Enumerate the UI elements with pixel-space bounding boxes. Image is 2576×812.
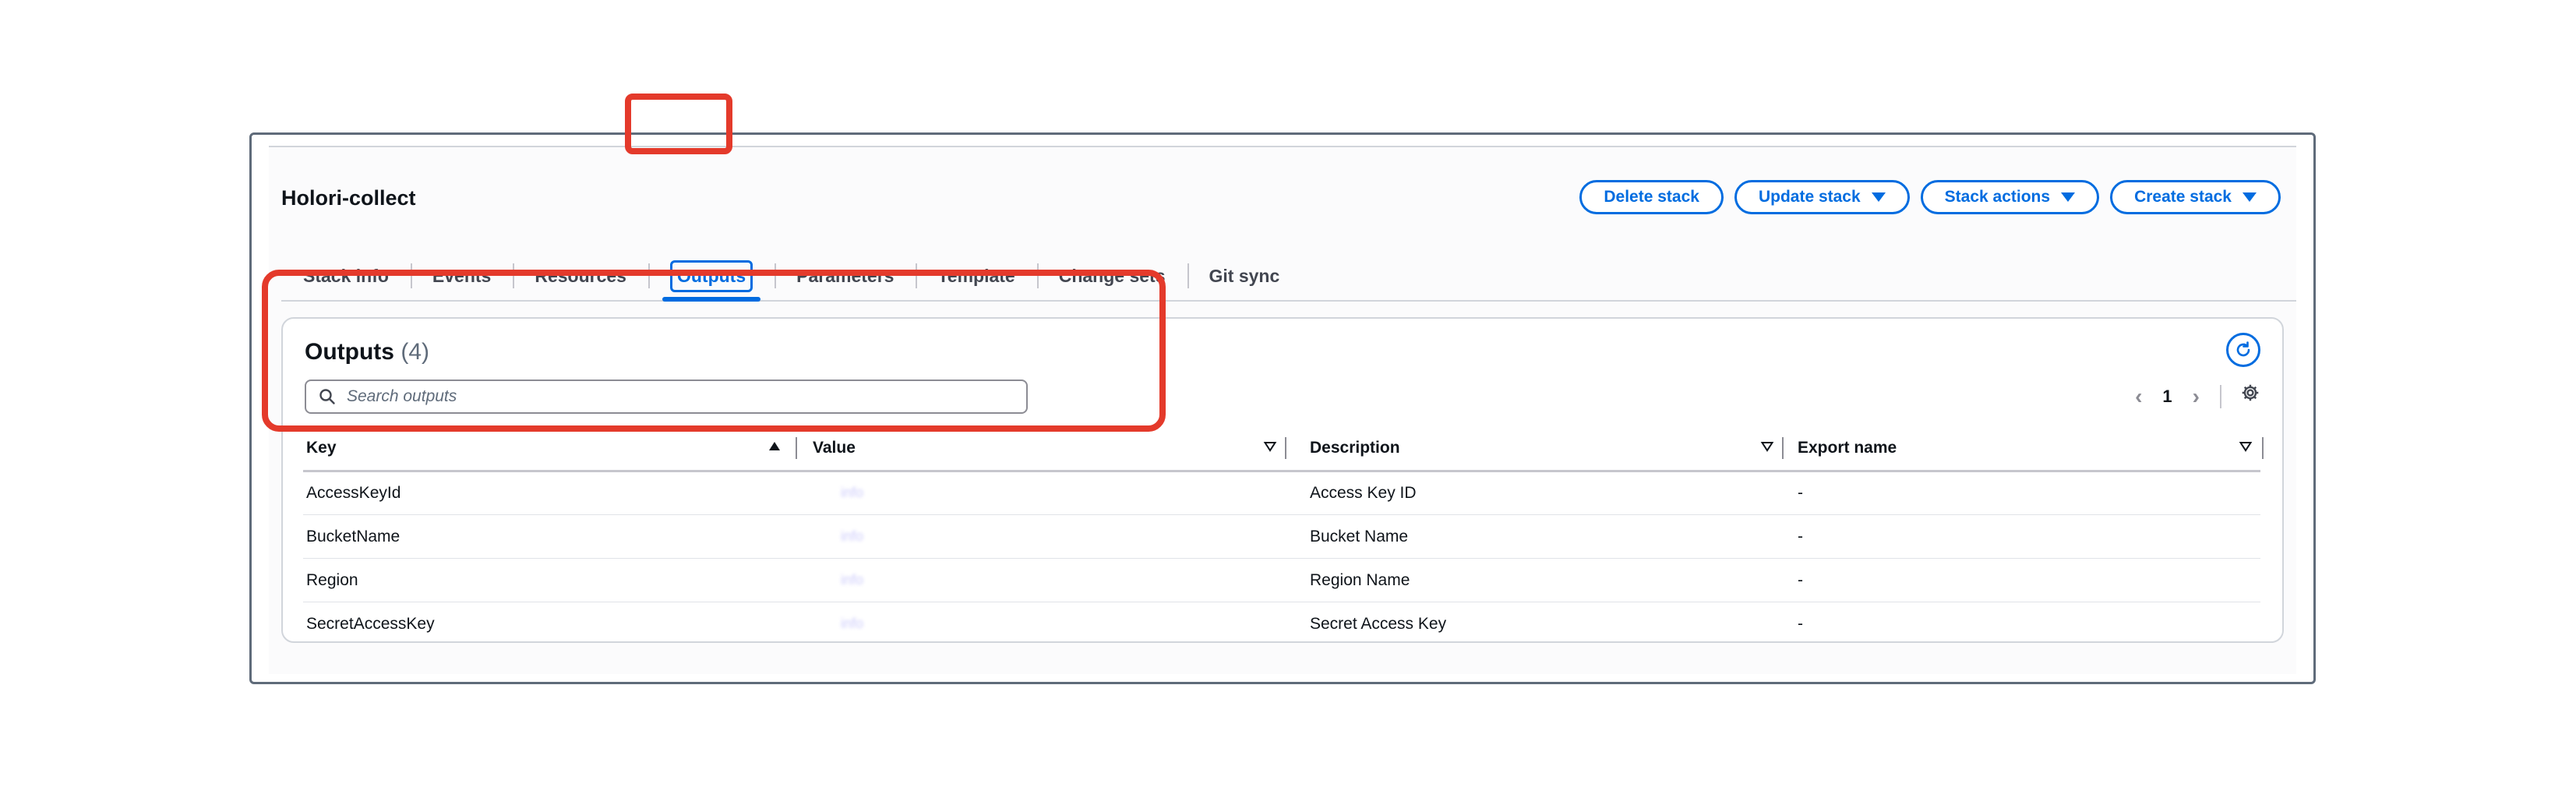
description-cell: Bucket Name [1310,527,1409,545]
value-cell: info [841,572,864,588]
value-cell: info [841,616,864,631]
stack-actions-toolbar: Delete stack Update stack Stack actions … [1579,180,2281,214]
caret-down-icon [2061,192,2076,202]
column-header-key[interactable]: Key [306,426,797,470]
create-stack-button[interactable]: Create stack [2110,180,2281,214]
table-row[interactable]: SecretAccessKey info Secret Access Key - [303,602,2260,645]
tab-label: Git sync [1209,265,1280,286]
button-label: Delete stack [1604,188,1699,206]
description-cell: Secret Access Key [1310,614,1447,633]
button-label: Create stack [2134,188,2232,206]
key-cell: AccessKeyId [306,483,401,502]
value-cell: info [841,485,864,500]
table-row[interactable]: AccessKeyId info Access Key ID - [303,471,2260,515]
table-row[interactable]: Region info Region Name - [303,559,2260,602]
divider [2220,385,2221,408]
column-header-value[interactable]: Value [813,426,1296,470]
column-divider [2262,437,2264,459]
column-divider [1285,437,1286,459]
column-label: Export name [1798,439,1897,457]
column-divider [1782,437,1784,459]
column-label: Value [813,439,856,457]
current-page[interactable]: 1 [2162,387,2172,407]
sort-icon [1760,442,1774,452]
chevron-left-icon[interactable]: ‹ [2135,384,2142,409]
table-header: Key Value Description Export name [303,426,2264,472]
key-cell: Region [306,570,358,589]
value-cell: info [841,528,864,544]
button-label: Stack actions [1944,188,2051,206]
column-header-description[interactable]: Description [1310,426,1793,470]
caret-down-icon [1871,192,1886,202]
export-name-cell: - [1798,570,1803,589]
sort-icon [2239,442,2253,452]
tab-git-sync[interactable]: Git sync [1187,252,1302,300]
pagination: ‹ 1 › [2135,384,2221,409]
highlight-annotation-outputs-table [262,270,1166,432]
gear-icon [2242,384,2259,401]
stack-actions-button[interactable]: Stack actions [1920,180,2100,214]
preferences-button[interactable] [2240,383,2260,407]
column-label: Key [306,439,337,457]
highlight-annotation-outputs-tab [625,94,732,154]
button-label: Update stack [1758,188,1861,206]
export-name-cell: - [1798,483,1803,502]
sort-ascending-icon [769,442,780,450]
column-label: Description [1310,439,1400,457]
update-stack-button[interactable]: Update stack [1734,180,1910,214]
description-cell: Region Name [1310,570,1410,589]
chevron-right-icon[interactable]: › [2193,384,2200,409]
sort-icon [1263,442,1277,452]
refresh-icon [2236,341,2250,357]
export-name-cell: - [1798,527,1803,545]
delete-stack-button[interactable]: Delete stack [1579,180,1724,214]
column-header-export-name[interactable]: Export name [1798,426,2265,470]
description-cell: Access Key ID [1310,483,1417,502]
divider [269,146,2296,147]
key-cell: BucketName [306,527,401,545]
key-cell: SecretAccessKey [306,614,435,633]
stack-title: Holori-collect [281,186,416,210]
refresh-button[interactable] [2226,333,2260,367]
column-divider [796,437,797,459]
caret-down-icon [2243,192,2257,202]
table-row[interactable]: BucketName info Bucket Name - [303,515,2260,559]
export-name-cell: - [1798,614,1803,633]
